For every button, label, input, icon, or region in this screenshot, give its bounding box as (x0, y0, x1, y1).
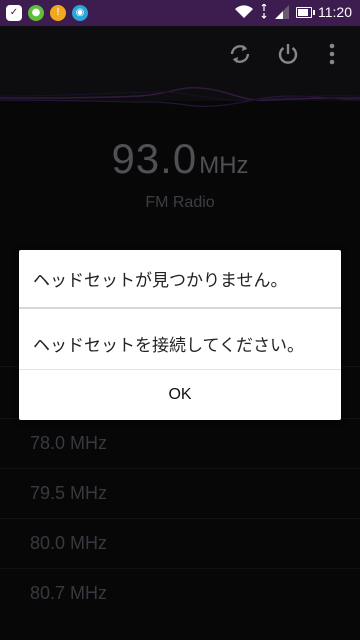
signal-icon (275, 5, 289, 19)
headset-dialog: ヘッドセットが見つかりません。 ヘッドセットを接続してください。 OK (19, 250, 341, 420)
check-icon: ✓ (6, 5, 22, 21)
dialog-title: ヘッドセットが見つかりません。 (33, 271, 288, 291)
clock: 11:20 (318, 4, 352, 20)
dialog-divider (19, 307, 341, 309)
frog-icon: ● (28, 5, 44, 21)
notification-icons: ✓ ● ! ◉ (6, 5, 88, 21)
status-bar: ✓ ● ! ◉ 11:20 (0, 0, 360, 26)
circle-app-icon: ◉ (72, 5, 88, 21)
dialog-message: ヘッドセットを接続してください。 (33, 336, 304, 356)
wifi-icon (235, 5, 253, 18)
system-icons: 11:20 (234, 4, 352, 20)
data-arrows-icon (261, 4, 267, 19)
ok-button[interactable]: OK (19, 370, 341, 420)
battery-icon (296, 6, 315, 18)
warning-icon: ! (50, 5, 66, 21)
